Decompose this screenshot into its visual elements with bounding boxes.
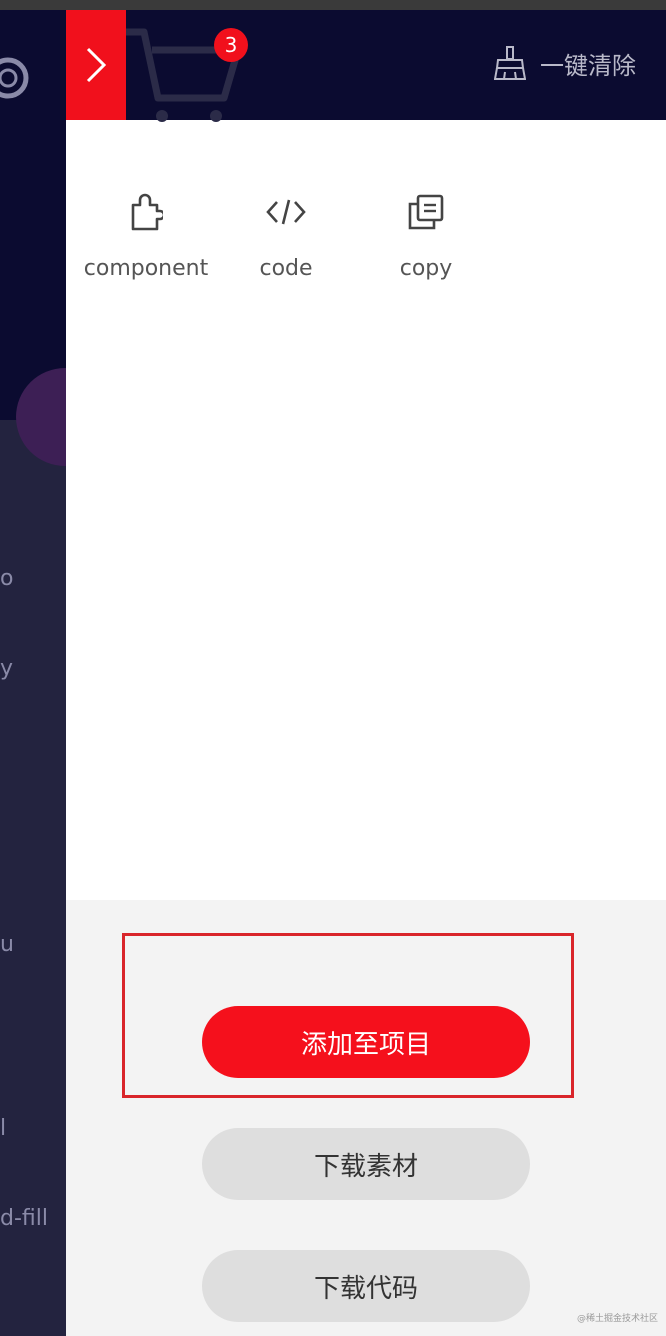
background-text-fragment: d-fill	[0, 1206, 48, 1231]
background-text-fragment: u	[0, 932, 14, 957]
code-icon	[266, 199, 306, 225]
drawer-footer: 添加至项目 下载素材 下载代码 @稀土掘金技术社区	[66, 900, 666, 1336]
puzzle-icon	[131, 193, 163, 231]
cart-item-code[interactable]: code	[216, 190, 356, 281]
add-to-project-button[interactable]: 添加至项目	[202, 1006, 530, 1078]
cart-item-component[interactable]: component	[76, 190, 216, 281]
background-text-fragment: o	[0, 566, 14, 591]
cart-item-label: code	[259, 256, 313, 281]
clear-all-button[interactable]: 一键清除	[494, 40, 636, 86]
download-assets-button[interactable]: 下载素材	[202, 1128, 530, 1200]
copy-icon	[408, 194, 444, 230]
clear-all-label: 一键清除	[540, 51, 636, 80]
cart-item-label: component	[83, 256, 209, 281]
cart-item-copy[interactable]: copy	[356, 190, 496, 281]
logo-icon	[0, 57, 29, 99]
cart-item-label: copy	[399, 256, 453, 281]
background-header	[0, 10, 66, 420]
download-code-button[interactable]: 下载代码	[202, 1250, 530, 1322]
cart-drawer: 3 一键清除 component code copy 添加至项目 下载素材 下载…	[66, 10, 666, 1336]
broom-icon	[494, 46, 526, 80]
window-top-strip	[0, 0, 666, 10]
drawer-header: 3 一键清除	[66, 10, 666, 122]
background-text-fragment: y	[0, 656, 14, 681]
background-text-fragment: l	[0, 1116, 7, 1141]
watermark: @稀土掘金技术社区	[576, 1314, 658, 1324]
chevron-right-icon	[86, 47, 107, 83]
cart-items-list: component code copy	[76, 190, 496, 281]
collapse-drawer-button[interactable]	[66, 10, 126, 120]
cart-count-badge: 3	[214, 28, 248, 62]
